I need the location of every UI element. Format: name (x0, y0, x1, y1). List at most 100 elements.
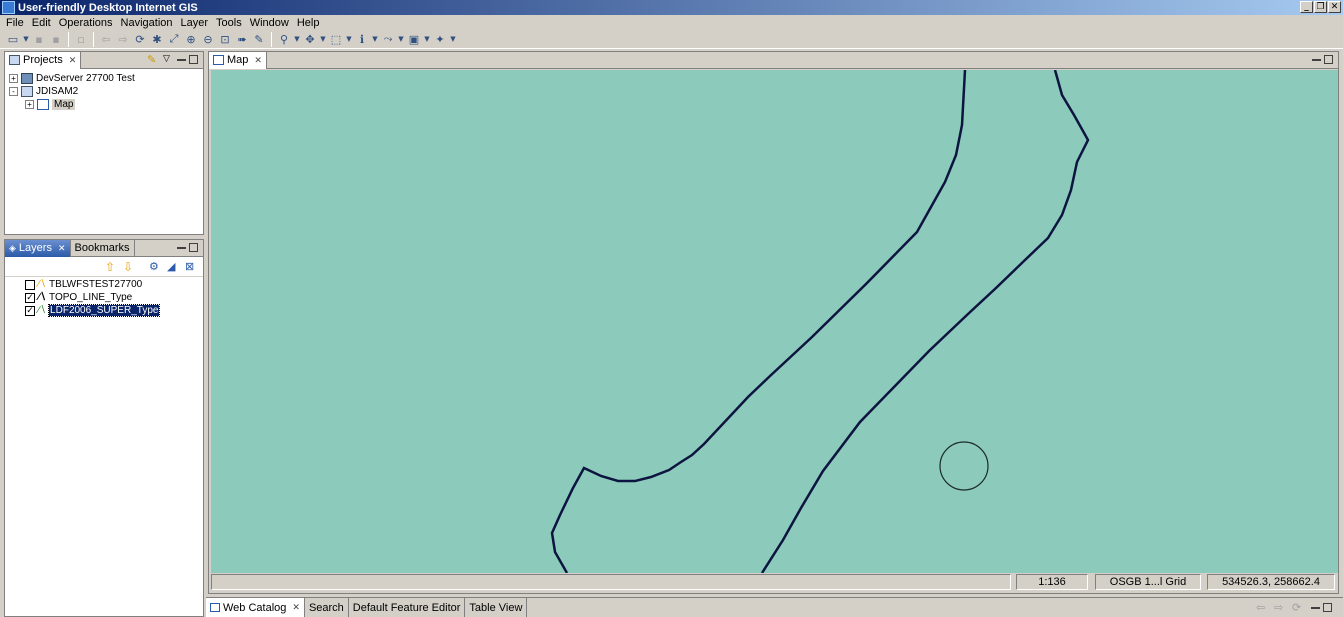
minimize-icon[interactable] (177, 243, 186, 249)
bottom-panel-tabs: Web Catalog ✕ Search Default Feature Edi… (206, 597, 1343, 617)
scale-field[interactable]: 1:136 (1016, 574, 1088, 590)
project-tree: + DevServer 27700 Test - JDISAM2 + Map (5, 69, 203, 114)
layer-checkbox[interactable] (25, 279, 35, 290)
zoom-box-icon[interactable]: ⊡ (218, 32, 232, 46)
tab-layers[interactable]: ◈ Layers ✕ (5, 239, 71, 257)
dropdown-arrow-icon[interactable]: ▼ (398, 32, 404, 46)
tab-table-view[interactable]: Table View (465, 598, 528, 617)
layers-panel: ◈ Layers ✕ Bookmarks ⇧ ⇩ ⚙ ◢ ⊠ ∕∖ TBLWFS… (4, 239, 204, 617)
menu-window[interactable]: Window (246, 17, 293, 29)
projects-panel: Projects ✕ ✎ ▽ + DevServer 27700 Test - … (4, 51, 204, 235)
menu-tools[interactable]: Tools (212, 17, 246, 29)
zoom-out-icon[interactable]: ⊖ (201, 32, 215, 46)
next-icon[interactable]: ➠ (235, 32, 249, 46)
forward-icon[interactable]: ⇨ (1274, 601, 1283, 614)
minimize-icon[interactable] (177, 55, 186, 61)
pan-icon[interactable]: ✥ (303, 32, 317, 46)
expand-icon[interactable]: + (9, 74, 18, 83)
tree-item-jdisam2[interactable]: - JDISAM2 (9, 85, 199, 98)
collapse-icon[interactable]: - (9, 87, 18, 96)
tab-search[interactable]: Search (305, 598, 349, 617)
info-icon[interactable]: ℹ (355, 32, 369, 46)
zoom-in-icon[interactable]: ⊕ (184, 32, 198, 46)
move-up-icon[interactable]: ⇧ (105, 260, 115, 274)
link-icon[interactable]: ✎ (147, 53, 156, 66)
close-icon[interactable]: ✕ (254, 55, 262, 66)
layer-item[interactable]: ∕∖ TBLWFSTEST27700 (25, 278, 199, 291)
layers-toolbar: ⇧ ⇩ ⚙ ◢ ⊠ (5, 257, 203, 277)
minimize-icon[interactable] (1311, 603, 1320, 609)
layer-item[interactable]: ✓ ∕∖ LDF2006_SUPER_Type (25, 304, 199, 317)
crs-field[interactable]: OSGB 1...l Grid (1095, 574, 1201, 590)
maximize-icon[interactable] (1324, 55, 1333, 64)
tools-icon[interactable]: ✱ (150, 32, 164, 46)
forward-icon[interactable]: ⇨ (116, 32, 130, 46)
expand-icon[interactable]: + (25, 100, 34, 109)
maximize-icon[interactable] (189, 243, 198, 252)
tab-bookmarks[interactable]: Bookmarks (71, 239, 135, 257)
tab-projects[interactable]: Projects ✕ (5, 51, 82, 69)
close-icon[interactable]: ✕ (58, 243, 66, 254)
back-icon[interactable]: ⇦ (1256, 601, 1265, 614)
save-all-icon[interactable]: ▪ (49, 32, 63, 46)
dropdown-arrow-icon[interactable]: ▼ (346, 32, 352, 46)
refresh-icon[interactable]: ⟳ (1292, 601, 1301, 614)
view-menu-icon[interactable]: ▽ (163, 53, 170, 64)
feature-line-right[interactable] (760, 70, 1090, 573)
tab-web-catalog[interactable]: Web Catalog ✕ (206, 598, 305, 617)
layer-checkbox[interactable]: ✓ (25, 292, 35, 303)
menu-edit[interactable]: Edit (28, 17, 55, 29)
line-layer-icon: ∕∖ (38, 292, 47, 303)
dropdown-arrow-icon[interactable]: ▼ (424, 32, 430, 46)
status-message (211, 574, 1011, 590)
dropdown-arrow-icon[interactable]: ▼ (23, 32, 29, 46)
dropdown-arrow-icon[interactable]: ▼ (320, 32, 326, 46)
maximize-icon[interactable] (1323, 603, 1332, 612)
line-layer-icon: ∕∖ (38, 305, 47, 316)
minimize-button[interactable]: _ (1300, 1, 1313, 13)
coordinates-field: 534526.3, 258662.4 (1207, 574, 1335, 590)
dropdown-arrow-icon[interactable]: ▼ (294, 32, 300, 46)
feature-line-left[interactable] (550, 70, 967, 573)
wand-icon[interactable]: ✦ (433, 32, 447, 46)
layer-item[interactable]: ✓ ∕∖ TOPO_LINE_Type (25, 291, 199, 304)
layer-export-icon[interactable]: ⊠ (185, 260, 194, 273)
refresh-icon[interactable]: ⟳ (133, 32, 147, 46)
menu-operations[interactable]: Operations (55, 17, 117, 29)
tree-item-devserver[interactable]: + DevServer 27700 Test (9, 72, 199, 85)
menu-navigation[interactable]: Navigation (117, 17, 177, 29)
save-icon[interactable]: ▪ (32, 32, 46, 46)
layer-icon[interactable]: ▣ (407, 32, 421, 46)
layer-checkbox[interactable]: ✓ (25, 305, 35, 316)
restore-button[interactable]: ❐ (1314, 1, 1327, 13)
edit-icon[interactable]: ✎ (252, 32, 266, 46)
select-icon[interactable]: ⬚ (329, 32, 343, 46)
new-icon[interactable]: ▭ (6, 32, 20, 46)
tab-default-feature-editor[interactable]: Default Feature Editor (349, 598, 466, 617)
back-icon[interactable]: ⇦ (99, 32, 113, 46)
zoom-extent-icon[interactable]: ⤢ (167, 32, 181, 46)
map-point-marker[interactable] (939, 441, 989, 491)
menu-file[interactable]: File (2, 17, 28, 29)
tab-map[interactable]: Map ✕ (209, 51, 267, 69)
close-icon[interactable]: ✕ (292, 602, 300, 613)
main-toolbar: ▭ ▼ ▪ ▪ ▫ ⇦ ⇨ ⟳ ✱ ⤢ ⊕ ⊖ ⊡ ➠ ✎ ⚲ ▼ ✥ ▼ ⬚ … (0, 30, 1343, 49)
layer-line-icon[interactable]: ◢ (167, 260, 175, 273)
map-canvas[interactable] (211, 70, 1338, 573)
menu-layer[interactable]: Layer (177, 17, 213, 29)
draw-line-icon[interactable]: ⤳ (381, 32, 395, 46)
print-icon[interactable]: ▫ (74, 32, 88, 46)
move-down-icon[interactable]: ⇩ (123, 260, 133, 274)
tree-item-map[interactable]: + Map (9, 98, 199, 111)
close-button[interactable]: ✕ (1328, 1, 1341, 13)
dropdown-arrow-icon[interactable]: ▼ (372, 32, 378, 46)
map-icon (37, 99, 49, 110)
minimize-icon[interactable] (1312, 55, 1321, 61)
dropdown-arrow-icon[interactable]: ▼ (450, 32, 456, 46)
close-icon[interactable]: ✕ (69, 55, 77, 66)
search-icon[interactable]: ⚲ (277, 32, 291, 46)
maximize-icon[interactable] (189, 55, 198, 64)
menu-help[interactable]: Help (293, 17, 324, 29)
layer-style-icon[interactable]: ⚙ (149, 260, 159, 273)
title-bar: User-friendly Desktop Internet GIS _ ❐ ✕ (0, 0, 1343, 15)
